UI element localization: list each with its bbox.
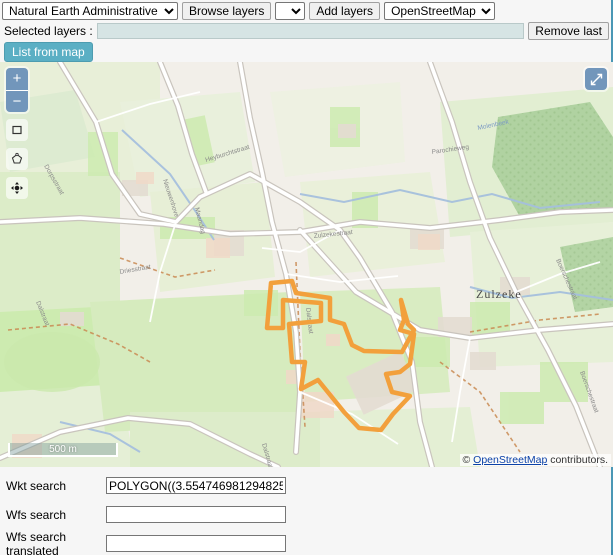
wfs-search-label: Wfs search — [6, 508, 106, 522]
layers-toolbar: Natural Earth Administrative Browse laye… — [0, 0, 611, 20]
basemap-select[interactable]: OpenStreetMap — [384, 2, 495, 20]
map-search-application: Natural Earth Administrative Browse laye… — [0, 0, 613, 555]
zoom-in-button[interactable]: + — [6, 68, 28, 90]
pan-move-tool-button[interactable] — [6, 177, 28, 199]
layer-catalog-select[interactable]: Natural Earth Administrative — [2, 2, 178, 20]
list-from-map-row: List from map — [0, 40, 611, 62]
selected-layers-row: Selected layers : Remove last — [0, 20, 611, 40]
map-attribution: © OpenStreetMap contributors. — [460, 454, 612, 466]
fullscreen-button[interactable] — [585, 68, 607, 90]
add-layers-button[interactable]: Add layers — [309, 2, 380, 20]
box-select-tool-button[interactable] — [6, 119, 28, 141]
wfs-search-translated-label: Wfs search translated — [6, 530, 106, 555]
browse-mode-select[interactable] — [275, 2, 305, 20]
remove-last-button[interactable]: Remove last — [528, 22, 609, 40]
wkt-search-input[interactable] — [106, 477, 286, 494]
wkt-search-row: Wkt search — [6, 475, 611, 496]
polygon-icon — [10, 152, 24, 166]
expand-arrows-icon — [590, 73, 603, 86]
polygon-draw-tool-button[interactable] — [6, 148, 28, 170]
wkt-search-label: Wkt search — [6, 479, 106, 493]
openstreetmap-link[interactable]: OpenStreetMap — [473, 454, 547, 466]
map-controls: + − — [6, 68, 28, 199]
selected-layers-label: Selected layers : — [4, 24, 93, 38]
search-form: Wkt search Wfs search Wfs search transla… — [0, 467, 611, 555]
map-canvas[interactable]: Nieuwenhove Heyburchtstraat Molenbeek Ma… — [0, 62, 613, 467]
attribution-copyright: © — [463, 454, 474, 466]
move-arrows-icon — [10, 181, 24, 195]
attribution-suffix: contributors. — [547, 454, 608, 466]
map-tiles: Nieuwenhove Heyburchtstraat Molenbeek Ma… — [0, 62, 613, 467]
wfs-search-row: Wfs search — [6, 504, 611, 525]
browse-layers-button[interactable]: Browse layers — [182, 2, 271, 20]
wfs-search-input[interactable] — [106, 506, 286, 523]
zoom-out-button[interactable]: − — [6, 90, 28, 112]
place-label-zulzeke: Zulzeke — [476, 287, 522, 301]
zoom-control-group: + − — [6, 68, 28, 112]
selected-layers-input[interactable] — [97, 23, 525, 39]
list-from-map-button[interactable]: List from map — [4, 42, 93, 62]
square-icon — [11, 124, 23, 136]
wfs-search-translated-input[interactable] — [106, 535, 286, 552]
wfs-search-translated-row: Wfs search translated — [6, 533, 611, 554]
scale-bar: 500 m — [8, 443, 118, 457]
